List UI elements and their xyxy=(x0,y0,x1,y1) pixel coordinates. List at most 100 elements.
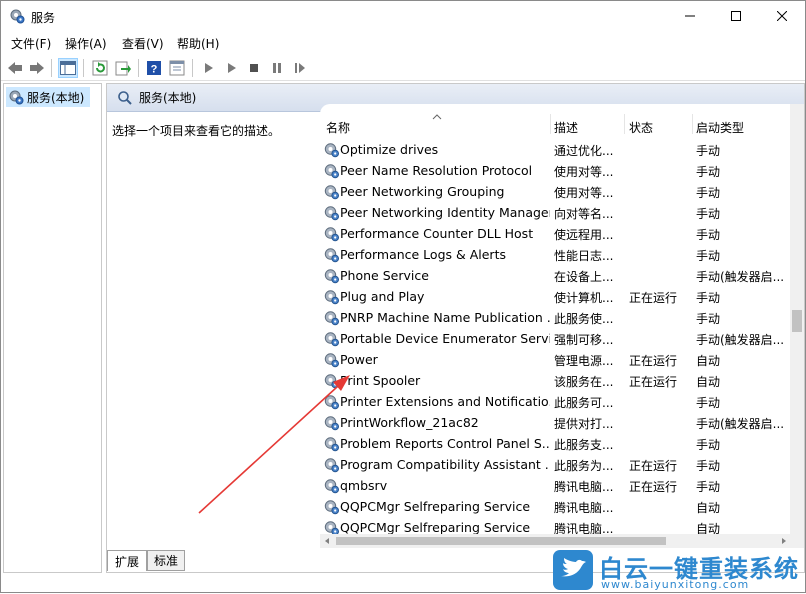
service-startup-type: 手动 xyxy=(696,396,721,410)
tree-item-services-local[interactable]: 服务(本地) xyxy=(6,87,90,107)
column-header-name[interactable]: 名称 xyxy=(326,119,350,136)
service-row[interactable]: qmbsrv 腾讯电脑... 正在运行 手动 xyxy=(320,475,790,496)
services-list[interactable]: 名称 描述 状态 启动类型 Optimize drives 通过优化... 手动 Pe… xyxy=(320,104,804,548)
service-startup-type: 手动 xyxy=(696,144,721,158)
close-button[interactable] xyxy=(759,1,805,31)
service-row[interactable]: PNRP Machine Name Publication ... 此服务使...… xyxy=(320,307,790,328)
vertical-scroll-thumb[interactable] xyxy=(792,310,802,332)
service-gear-icon xyxy=(324,164,339,179)
service-startup-type: 手动 xyxy=(696,249,721,263)
service-row[interactable]: Peer Name Resolution Protocol 使用对等... 手动 xyxy=(320,160,790,181)
service-status: 正在运行 xyxy=(629,354,678,368)
sort-ascending-icon xyxy=(432,114,442,120)
play-icon xyxy=(205,63,213,73)
service-name: Peer Networking Grouping xyxy=(340,184,505,199)
service-description: 此服务为... xyxy=(554,459,614,473)
service-startup-type: 手动(触发器启... xyxy=(696,270,785,284)
maximize-button[interactable] xyxy=(713,1,759,31)
service-startup-type: 自动 xyxy=(696,501,721,515)
service-row[interactable]: Peer Networking Identity Manager 向对等名... 手… xyxy=(320,202,790,223)
horizontal-scrollbar[interactable] xyxy=(320,534,804,548)
service-row[interactable]: Performance Logs & Alerts 性能日志... 手动 xyxy=(320,244,790,265)
service-gear-icon xyxy=(324,458,339,473)
help-button[interactable]: ? xyxy=(144,58,164,78)
service-row[interactable]: Plug and Play 使计算机... 正在运行 手动 xyxy=(320,286,790,307)
menu-view[interactable]: 查看(V) xyxy=(122,35,164,52)
service-startup-type: 手动(触发器启... xyxy=(696,417,785,431)
tab-extended[interactable]: 扩展 xyxy=(107,550,147,571)
column-header-status[interactable]: 状态 xyxy=(629,119,653,136)
service-startup-type: 手动 xyxy=(696,438,721,452)
service-status: 正在运行 xyxy=(629,480,678,494)
service-row[interactable]: QQPCMgr Selfreparing Service 腾讯电脑... 自动 xyxy=(320,496,790,517)
service-gear-icon xyxy=(324,143,339,158)
service-gear-icon xyxy=(324,395,339,410)
svg-text:?: ? xyxy=(151,64,158,76)
back-button[interactable] xyxy=(5,58,25,78)
start-service-button[interactable] xyxy=(198,58,218,78)
start-service-alt-button[interactable] xyxy=(221,58,241,78)
menu-file[interactable]: 文件(F) xyxy=(11,35,51,52)
service-row[interactable]: Problem Reports Control Panel S... 此服务支..… xyxy=(320,433,790,454)
console-tree-icon xyxy=(60,61,76,75)
menu-bar: 文件(F) 操作(A) 查看(V) 帮助(H) xyxy=(1,32,805,54)
service-row[interactable]: Performance Counter DLL Host 使远程用... 手动 xyxy=(320,223,790,244)
minimize-icon xyxy=(685,15,695,17)
menu-action[interactable]: 操作(A) xyxy=(65,35,107,52)
column-header-description[interactable]: 描述 xyxy=(554,119,578,136)
toolbar-separator xyxy=(51,59,52,77)
scroll-left-icon[interactable] xyxy=(323,537,331,545)
service-row[interactable]: Print Spooler 该服务在... 正在运行 自动 xyxy=(320,370,790,391)
export-list-button[interactable] xyxy=(113,58,133,78)
refresh-button[interactable] xyxy=(90,58,110,78)
service-name: Print Spooler xyxy=(340,373,421,388)
service-name: Plug and Play xyxy=(340,289,425,304)
service-row[interactable]: Phone Service 在设备上... 手动(触发器启... xyxy=(320,265,790,286)
service-description: 使计算机... xyxy=(554,291,614,305)
service-row[interactable]: Power 管理电源... 正在运行 自动 xyxy=(320,349,790,370)
service-name: PNRP Machine Name Publication ... xyxy=(340,310,550,325)
service-row[interactable]: Program Compatibility Assistant ... 此服务为.… xyxy=(320,454,790,475)
service-gear-icon xyxy=(324,500,339,515)
tab-standard[interactable]: 标准 xyxy=(147,550,185,571)
column-separator[interactable] xyxy=(550,114,551,134)
service-description: 此服务使... xyxy=(554,312,614,326)
menu-help[interactable]: 帮助(H) xyxy=(177,35,219,52)
horizontal-scroll-thumb[interactable] xyxy=(336,537,666,545)
properties-icon xyxy=(169,60,185,76)
service-startup-type: 手动(触发器启... xyxy=(696,333,785,347)
scroll-right-icon[interactable] xyxy=(780,537,788,545)
show-console-tree-button[interactable] xyxy=(58,58,78,78)
service-description: 使用对等... xyxy=(554,186,614,200)
service-name: Problem Reports Control Panel S... xyxy=(340,436,550,451)
column-separator[interactable] xyxy=(624,114,625,134)
service-row[interactable]: Portable Device Enumerator Servi... 强制可移.… xyxy=(320,328,790,349)
column-header-startup-type[interactable]: 启动类型 xyxy=(696,119,744,136)
forward-button[interactable] xyxy=(27,58,47,78)
restart-service-button[interactable] xyxy=(290,58,310,78)
service-startup-type: 手动 xyxy=(696,165,721,179)
service-row[interactable]: Printer Extensions and Notificatio... 此服务… xyxy=(320,391,790,412)
service-description: 腾讯电脑... xyxy=(554,480,614,494)
toolbar-separator xyxy=(192,59,193,77)
service-name: QQPCMgr Selfreparing Service xyxy=(340,499,531,514)
bird-logo-icon xyxy=(553,550,593,590)
pause-service-button[interactable] xyxy=(267,58,287,78)
service-row[interactable]: PrintWorkflow_21ac82 提供对打... 手动(触发器启... xyxy=(320,412,790,433)
service-gear-icon xyxy=(324,290,339,305)
service-name: Phone Service xyxy=(340,268,429,283)
service-name: Peer Name Resolution Protocol xyxy=(340,163,533,178)
service-startup-type: 手动 xyxy=(696,207,721,221)
column-separator[interactable] xyxy=(692,114,693,134)
minimize-button[interactable] xyxy=(667,1,713,31)
restart-icon xyxy=(295,63,305,73)
service-startup-type: 手动 xyxy=(696,228,721,242)
stop-service-button[interactable] xyxy=(244,58,264,78)
services-gear-icon xyxy=(9,90,24,105)
service-row[interactable]: Peer Networking Grouping 使用对等... 手动 xyxy=(320,181,790,202)
vertical-scrollbar[interactable] xyxy=(790,104,804,534)
properties-button[interactable] xyxy=(167,58,187,78)
service-description: 在设备上... xyxy=(554,270,614,284)
title-bar[interactable]: 服务 xyxy=(1,1,805,32)
service-row[interactable]: Optimize drives 通过优化... 手动 xyxy=(320,139,790,160)
